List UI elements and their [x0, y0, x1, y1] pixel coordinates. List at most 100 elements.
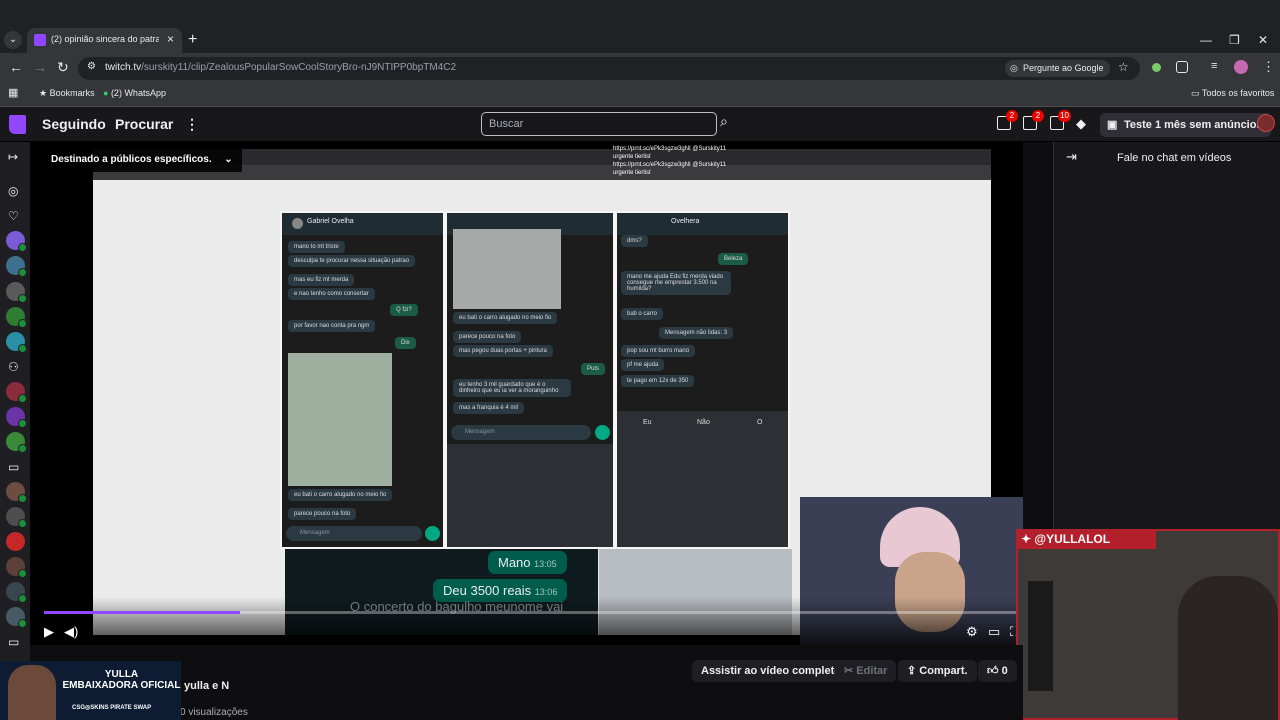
ad-title-line1: YULLA: [104, 669, 139, 680]
share-icon: ⇪: [907, 665, 920, 677]
browser-tab-active[interactable]: (2) opinião sincera do patrao s... ×: [27, 28, 182, 53]
video-player[interactable]: https://prnt.sc/ePk3sgzw3gNI @Surskity11…: [30, 142, 1023, 645]
apps-grid-icon[interactable]: ▦: [8, 86, 18, 99]
reading-list-icon[interactable]: ≡: [1211, 60, 1217, 72]
bits-icon[interactable]: ◆: [1076, 116, 1086, 132]
chat-bubble: mas eu fiz mt merda: [288, 274, 355, 286]
ad-free-trial-button[interactable]: ▣ Teste 1 mês sem anúncios: [1100, 113, 1271, 137]
url-host: twitch.tv: [105, 62, 142, 73]
volume-icon[interactable]: ◀): [64, 624, 78, 640]
notifications-icon[interactable]: 10: [1050, 110, 1071, 130]
channel-avatar[interactable]: [6, 607, 27, 628]
chat-bubble: mano to mt triste: [288, 241, 345, 253]
share-button[interactable]: ⇪ Compart.: [898, 660, 977, 682]
bookmark-whatsapp[interactable]: ● (2) WhatsApp: [103, 88, 166, 98]
scissors-icon: ✂: [844, 665, 857, 677]
channel-avatar[interactable]: [6, 407, 27, 428]
channel-avatar[interactable]: [6, 482, 27, 503]
channel-avatar[interactable]: [6, 582, 27, 603]
video-overlay-links: https://prnt.sc/ePk3sgzw3gNI @Surskity11…: [613, 145, 726, 177]
live-indicator: [18, 494, 27, 503]
user-avatar[interactable]: [1257, 114, 1275, 132]
chat-bubble: dms?: [621, 235, 648, 247]
all-bookmarks[interactable]: ▭ Todos os favoritos: [1191, 88, 1274, 99]
chat-bubble: pf me ajuda: [621, 359, 665, 371]
progress-fill: [44, 611, 240, 614]
bookmark-label: Bookmarks: [49, 88, 95, 98]
ad-portrait: [8, 665, 56, 720]
audience-warning-banner[interactable]: Destinado a públicos específicos. ⌄: [42, 148, 242, 172]
nav-following[interactable]: Seguindo: [42, 116, 106, 132]
edit-button[interactable]: ✂ Editar: [835, 660, 897, 682]
channel-avatar[interactable]: [6, 307, 27, 328]
channel-avatar[interactable]: [6, 256, 27, 277]
clip-channel[interactable]: yulla e N: [184, 680, 229, 692]
live-indicator: [18, 569, 27, 578]
channel-avatar[interactable]: [6, 532, 25, 551]
profile-avatar-icon[interactable]: [1234, 60, 1248, 74]
search-icon[interactable]: ⌕: [720, 113, 742, 135]
channel-avatar[interactable]: [6, 507, 27, 528]
bookmarks-bar: ▦ ★ Bookmarks ● (2) WhatsApp ▭ Todos os …: [0, 83, 1280, 107]
address-bar[interactable]: ⚙ twitch.tv/surskity11/clip/ZealousPopul…: [78, 57, 1140, 80]
person-silhouette: [1178, 576, 1278, 720]
bookmark-folder[interactable]: ★ Bookmarks: [39, 88, 95, 99]
live-indicator: [18, 243, 27, 252]
whispers-icon[interactable]: 2: [1023, 110, 1044, 130]
chrome-menu-icon[interactable]: ⋮: [1262, 59, 1275, 75]
chat-bubble: e nao tenho como consertar: [288, 288, 375, 300]
channel-avatar[interactable]: [6, 432, 27, 453]
reload-icon[interactable]: ↻: [57, 59, 69, 76]
theatre-mode-icon[interactable]: ▭: [988, 624, 1000, 640]
chat-bubble: Dix: [395, 337, 416, 349]
window-close-icon[interactable]: ✕: [1258, 33, 1268, 47]
url-text: twitch.tv/surskity11/clip/ZealousPopular…: [105, 62, 456, 73]
watch-full-video-button[interactable]: Assistir ao vídeo completo: [692, 660, 850, 682]
prime-loot-icon[interactable]: 2: [997, 110, 1018, 130]
camera-icon[interactable]: ▭: [8, 635, 19, 649]
camera-icon[interactable]: ▭: [8, 460, 19, 474]
add-friend-icon[interactable]: ⚇: [8, 360, 19, 374]
play-icon[interactable]: ▶: [44, 624, 54, 640]
channel-avatar[interactable]: [6, 282, 27, 303]
overlay-webcam: [1016, 529, 1280, 720]
channel-avatar[interactable]: [6, 332, 27, 353]
more-menu-icon[interactable]: ⋮: [185, 116, 199, 133]
bookmark-star-icon[interactable]: ☆: [1118, 60, 1129, 74]
chat-bubble: desculpa te procurar nessa situação patr…: [288, 255, 416, 267]
progress-bar[interactable]: [44, 611, 1023, 614]
extensions-puzzle-icon[interactable]: [1176, 61, 1188, 73]
settings-gear-icon[interactable]: ⚙: [966, 624, 978, 640]
expand-sidebar-icon[interactable]: ↦: [8, 150, 18, 164]
contact-avatar: [292, 218, 303, 229]
ask-google-chip[interactable]: ◎ Pergunte ao Google: [1005, 60, 1110, 77]
channel-avatar[interactable]: [6, 382, 27, 403]
live-indicator: [18, 268, 27, 277]
twitch-logo-icon[interactable]: [9, 115, 26, 134]
thumbs-up-icon: 👍︎: [987, 665, 1002, 677]
new-tab-plus-icon[interactable]: +: [188, 31, 197, 49]
chat-bubble-large: Mano 13:05: [488, 551, 567, 574]
following-heart-icon[interactable]: ♡: [8, 209, 19, 223]
restore-icon[interactable]: ❐: [1229, 33, 1240, 47]
tab-search-chevron-icon[interactable]: ⌄: [4, 31, 22, 49]
suggestion: O: [757, 419, 763, 426]
recommended-icon[interactable]: ◎: [8, 184, 18, 198]
overlay-line: urgente tierlist: [613, 170, 651, 176]
tab-close-icon[interactable]: ×: [167, 32, 174, 46]
sponsor-ad-card[interactable]: YULLA EMBAIXADORA OFICIAL CSG◎SKINS PIRA…: [0, 661, 181, 720]
channel-avatar[interactable]: [6, 231, 27, 252]
nav-browse[interactable]: Procurar: [115, 116, 173, 132]
channel-avatar[interactable]: [6, 557, 27, 578]
like-button[interactable]: 👍︎ 0: [978, 660, 1017, 682]
search-input[interactable]: Buscar: [481, 112, 717, 136]
back-arrow-icon[interactable]: ←: [9, 59, 23, 75]
site-info-icon[interactable]: ⚙: [87, 61, 96, 72]
minimize-icon[interactable]: —: [1200, 33, 1212, 47]
collapse-chat-icon[interactable]: ⇥: [1066, 149, 1077, 165]
audience-warning-text: Destinado a públicos específicos.: [51, 154, 212, 165]
extension-green-icon[interactable]: [1152, 63, 1161, 72]
forward-arrow-icon[interactable]: →: [33, 59, 47, 75]
car-photo: [453, 229, 561, 309]
bubble-text: Mano: [498, 555, 531, 570]
